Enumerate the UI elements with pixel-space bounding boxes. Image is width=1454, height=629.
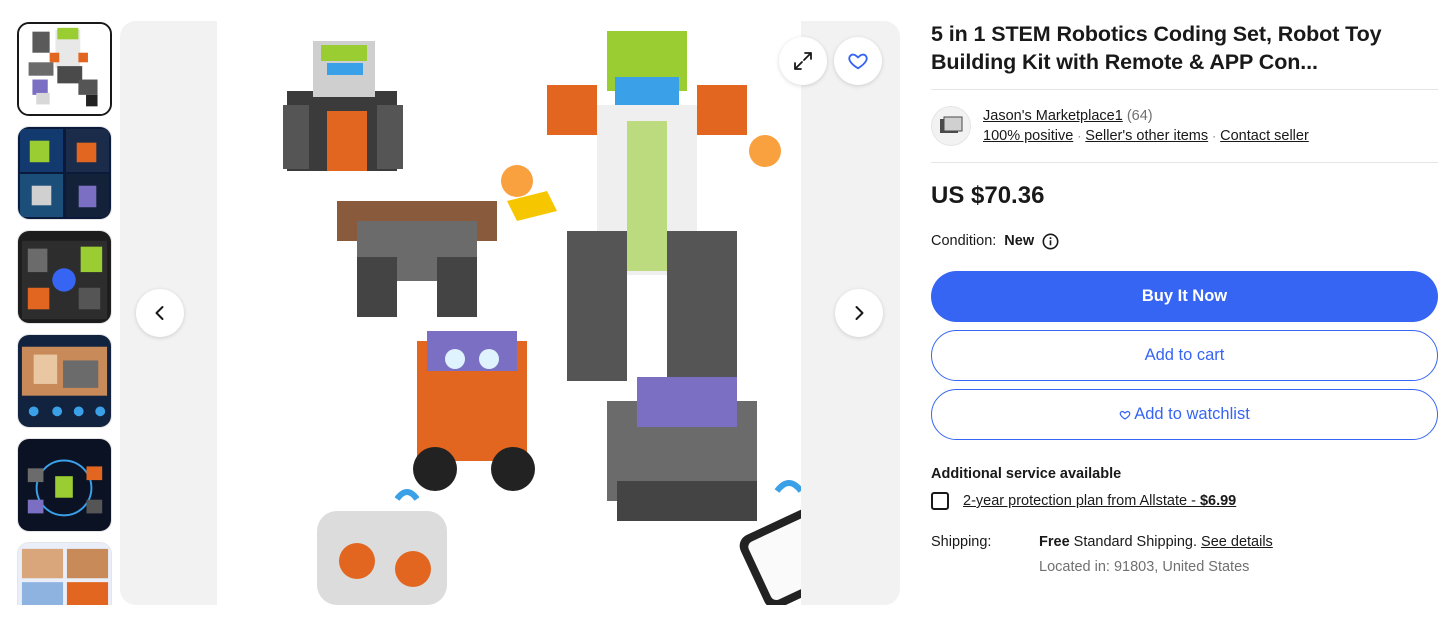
- condition-label: Condition:: [931, 233, 997, 249]
- listing-panel: 5 in 1 STEM Robotics Coding Set, Robot T…: [931, 20, 1438, 577]
- thumbnail-5[interactable]: [17, 438, 112, 532]
- condition-value: New: [1004, 233, 1035, 249]
- protection-plan-text: 2-year protection plan from Allstate -: [963, 493, 1200, 509]
- thumbnail-4[interactable]: [17, 334, 112, 428]
- thumbnail-6-image: [18, 543, 111, 605]
- thumbnail-5-image: [18, 439, 111, 531]
- divider: [931, 162, 1438, 163]
- seller-avatar[interactable]: [931, 106, 971, 146]
- protection-plan-checkbox[interactable]: [931, 492, 949, 510]
- price: US $70.36: [931, 182, 1045, 209]
- item-location: Located in: 91803, United States: [1039, 559, 1250, 575]
- expand-icon: [792, 50, 814, 72]
- thumbnail-3-image: [18, 231, 111, 323]
- seller-other-items-link[interactable]: Seller's other items: [1085, 128, 1208, 144]
- shipping-method: Standard Shipping.: [1069, 534, 1202, 550]
- condition-row: Condition: New: [931, 231, 1438, 251]
- next-image-button[interactable]: [835, 289, 883, 337]
- separator-dot: ·: [1077, 129, 1082, 143]
- thumbnail-3[interactable]: [17, 230, 112, 324]
- watch-heart-button[interactable]: [834, 37, 882, 85]
- buy-it-now-button[interactable]: Buy It Now: [931, 271, 1438, 322]
- shipping-free: Free: [1039, 534, 1070, 550]
- protection-plan-price: $6.99: [1199, 493, 1237, 509]
- robot-kit-image: [217, 21, 875, 605]
- additional-service-heading: Additional service available: [931, 466, 1122, 482]
- shipping-see-details-link[interactable]: See details: [1201, 534, 1273, 550]
- protection-plan-link[interactable]: 2-year protection plan from Allstate - $…: [963, 493, 1236, 509]
- protection-plan-row: 2-year protection plan from Allstate - $…: [931, 492, 1438, 510]
- seller-positive-link[interactable]: 100% positive: [983, 128, 1073, 144]
- add-to-watchlist-button[interactable]: Add to watchlist: [931, 389, 1438, 440]
- seller-name-link[interactable]: Jason's Marketplace1: [983, 108, 1123, 124]
- listing-title: 5 in 1 STEM Robotics Coding Set, Robot T…: [931, 22, 1382, 74]
- heart-icon: [1119, 409, 1131, 421]
- heart-icon: [847, 50, 869, 72]
- thumbnail-2[interactable]: [17, 126, 112, 220]
- chevron-right-icon: [850, 304, 868, 322]
- seller-card: Jason's Marketplace1 (64) 100% positive ·…: [931, 90, 1438, 162]
- thumbnail-1-image: [19, 24, 110, 114]
- seller-feedback-count: (64): [1126, 108, 1153, 124]
- info-icon[interactable]: [1042, 233, 1059, 250]
- add-to-watchlist-label: Add to watchlist: [1134, 405, 1250, 423]
- previous-image-button[interactable]: [136, 289, 184, 337]
- thumbnail-1[interactable]: [17, 22, 112, 116]
- contact-seller-link[interactable]: Contact seller: [1220, 128, 1309, 144]
- thumbnail-strip: [17, 22, 112, 605]
- separator-dot: ·: [1212, 129, 1217, 143]
- thumbnail-2-image: [18, 127, 111, 219]
- seller-store-icon: [940, 116, 963, 133]
- shipping-row: Shipping: Free Standard Shipping. See de…: [931, 532, 1438, 577]
- add-to-cart-button[interactable]: Add to cart: [931, 330, 1438, 381]
- thumbnail-4-image: [18, 335, 111, 427]
- main-image-viewer: [120, 21, 900, 605]
- expand-button[interactable]: [779, 37, 827, 85]
- thumbnail-6[interactable]: [17, 542, 112, 605]
- chevron-left-icon: [151, 304, 169, 322]
- shipping-label: Shipping:: [931, 534, 992, 550]
- main-product-image[interactable]: [217, 21, 875, 605]
